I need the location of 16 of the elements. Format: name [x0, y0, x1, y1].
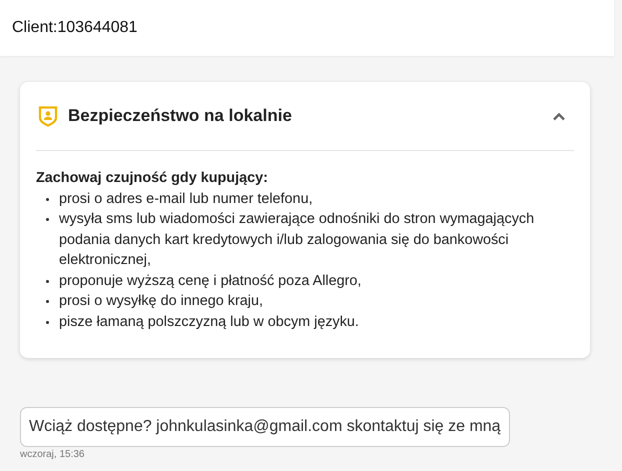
- warning-intro: Zachowaj czujność gdy kupujący:: [36, 169, 269, 188]
- shield-person-icon: [38, 105, 58, 127]
- warning-item: prosi o adres e-mail lub numer telefonu,: [59, 190, 313, 208]
- bullet-icon: [46, 300, 49, 303]
- bullet-icon: [46, 320, 49, 324]
- chevron-icon: [552, 112, 566, 120]
- client-id: Client:103644081: [12, 19, 138, 37]
- warning-item: prosi o wysyłkę do innego kraju,: [59, 292, 263, 311]
- bullet-icon: [46, 218, 49, 221]
- warning-item: pisze łamaną polszczyzną lub w obcym języku.: [59, 312, 359, 332]
- panel-title: Bezpieczeństwo na lokalnie: [68, 106, 293, 126]
- warning-item: proponuje wyższą cenę i płatność poza Allegro,: [59, 272, 362, 290]
- message-bubble: Wciąż dostępne? johnkulasinka@gmail.com skontaktuj się ze mną: [20, 407, 510, 447]
- message-time: wczoraj, 15:36: [20, 449, 86, 460]
- bullet-icon: [46, 198, 49, 200]
- bullet-icon: [46, 280, 49, 282]
